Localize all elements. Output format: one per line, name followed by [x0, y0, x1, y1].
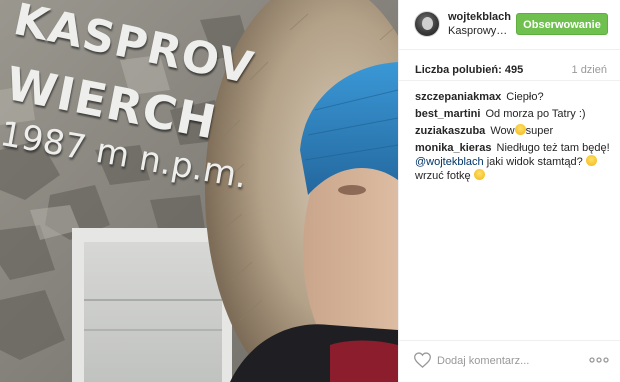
comment-item: zuziakaszuba Wow super [415, 124, 611, 138]
comment-text: Od morza po Tatry :) [485, 108, 586, 120]
comment-item: monika_kieras Niedługo też tam będę! @wo… [415, 141, 611, 183]
post-header: wojtekblach Kasprowy Wierch Obserwowanie [399, 0, 620, 50]
post-side-panel: wojtekblach Kasprowy Wierch Obserwowanie… [398, 0, 620, 382]
smile-emoji-icon [585, 155, 597, 166]
post-stats: Liczba polubień: 495 1 dzień [415, 64, 607, 80]
follow-button[interactable]: Obserwowanie [516, 13, 608, 35]
post-footer [399, 340, 620, 382]
post-photo[interactable]: KASPROV WIERCH 1987 m n.p.m. [0, 0, 398, 382]
heart-icon[interactable] [414, 352, 431, 368]
smile-emoji-icon [473, 169, 485, 180]
comment-text: Wow [490, 125, 515, 137]
comment-text-3: wrzuć fotkę [415, 170, 471, 182]
comment-mention-link[interactable]: @wojtekblach [415, 156, 484, 168]
comment-text: Ciepło? [506, 91, 544, 103]
comment-item: szczepaniakmax Ciepło? [415, 90, 611, 104]
comment-text-after: super [525, 125, 554, 137]
post-time[interactable]: 1 dzień [572, 64, 607, 76]
location-link[interactable]: Kasprowy Wierch [448, 25, 510, 37]
username-link[interactable]: wojtekblach [448, 11, 511, 23]
comment-username[interactable]: szczepaniakmax [415, 91, 501, 103]
comment-list: szczepaniakmax Ciepło? best_martini Od m… [399, 80, 620, 186]
comment-text-2: jaki widok stamtąd? [486, 156, 583, 168]
more-options-icon[interactable] [589, 353, 609, 367]
avatar[interactable] [414, 11, 440, 37]
comment-item: best_martini Od morza po Tatry :) [415, 107, 611, 121]
comment-text: Niedługo też tam będę! [496, 142, 610, 154]
smile-emoji-icon [514, 124, 526, 135]
comment-input[interactable] [437, 353, 577, 369]
comment-username[interactable]: best_martini [415, 108, 480, 120]
avatar-face [422, 17, 433, 30]
comment-username[interactable]: zuziakaszuba [415, 125, 485, 137]
summit-sign: KASPROV WIERCH 1987 m n.p.m. [0, 0, 260, 230]
likes-count[interactable]: Liczba polubień: 495 [415, 64, 523, 76]
comment-username[interactable]: monika_kieras [415, 142, 491, 154]
